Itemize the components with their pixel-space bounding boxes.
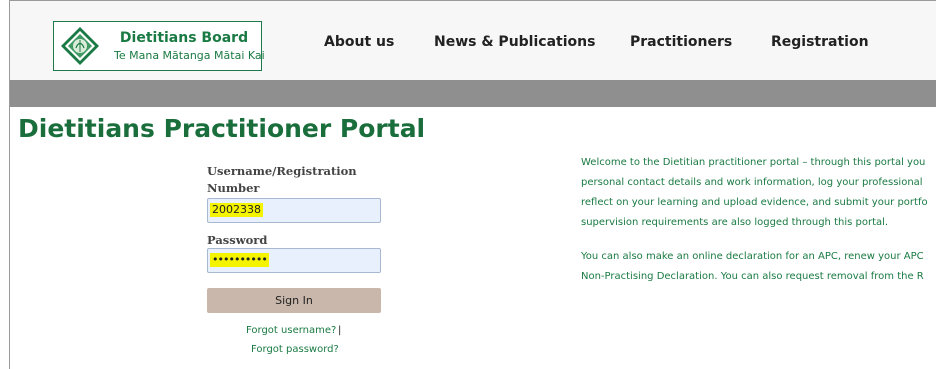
welcome-line: You can also make an online declaration … [581,251,924,262]
site-logo[interactable]: Dietitians Board Te Mana Mātanga Mātai K… [53,21,265,71]
username-label-line1: Username/Registration [207,164,357,178]
brand-subtitle: Te Mana Mātanga Mātai Kai [114,49,265,62]
username-value: 2002338 [210,203,263,217]
welcome-text: Welcome to the Dietitian practitioner po… [581,153,936,301]
nav-news-publications[interactable]: News & Publications [434,34,595,50]
page-title: Dietitians Practitioner Portal [18,114,426,143]
password-input[interactable]: •••••••••• [207,248,381,273]
nav-about-us[interactable]: About us [324,34,394,50]
username-input[interactable]: 2002338 [207,198,381,223]
password-label: Password [207,233,268,247]
link-separator: | [338,325,342,336]
nav-practitioners[interactable]: Practitioners [630,34,732,50]
dietitians-board-emblem-icon [61,27,99,65]
header-band [10,80,936,107]
welcome-line: Welcome to the Dietitian practitioner po… [581,157,926,168]
sign-in-button[interactable]: Sign In [207,288,381,313]
forgot-username-link[interactable]: Forgot username? [246,325,336,336]
brand-title: Dietitians Board [119,30,249,46]
welcome-paragraph-1: Welcome to the Dietitian practitioner po… [581,153,936,233]
welcome-paragraph-2: You can also make an online declaration … [581,247,936,287]
username-label-line2: Number [207,181,260,195]
password-value: •••••••••• [210,253,269,267]
forgot-password-link[interactable]: Forgot password? [251,344,339,355]
welcome-line: reflect on your learning and upload evid… [581,197,928,208]
welcome-line: personal contact details and work inform… [581,177,923,188]
welcome-line: Non-Practising Declaration. You can also… [581,271,924,282]
site-header: Dietitians Board Te Mana Mātanga Mātai K… [10,1,936,80]
welcome-line: supervision requirements are also logged… [581,217,889,228]
nav-registration[interactable]: Registration [771,34,869,50]
